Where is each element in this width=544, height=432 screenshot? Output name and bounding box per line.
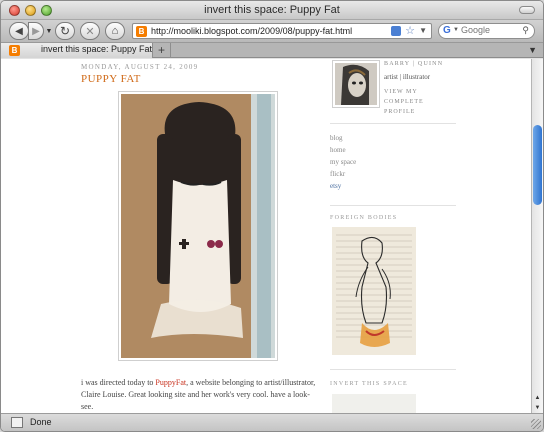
- address-bar[interactable]: B http://mooliki.blogspot.com/2009/08/pu…: [132, 23, 432, 39]
- foreign-bodies-sketch-image[interactable]: [332, 227, 416, 355]
- stop-icon: ✕: [85, 25, 95, 38]
- painting-artwork-icon: [121, 94, 275, 358]
- sidebar-link-home[interactable]: home: [330, 146, 346, 154]
- home-icon: ⌂: [111, 25, 119, 37]
- puppyfat-link[interactable]: PuppyFat: [155, 378, 186, 387]
- post-body: i was directed today to PuppyFat, a webs…: [81, 377, 321, 413]
- search-input[interactable]: [461, 25, 521, 35]
- tab-label: invert this space: Puppy Fat: [41, 44, 153, 54]
- sidebar-link-my-space[interactable]: my space: [330, 158, 356, 166]
- chevron-down-icon: ▼: [45, 27, 53, 35]
- tab-bar: B invert this space: Puppy Fat + ▼: [1, 42, 543, 58]
- status-text: Done: [30, 417, 52, 427]
- back-button[interactable]: ◀: [9, 22, 29, 40]
- url-dropdown-icon[interactable]: ▼: [419, 26, 427, 35]
- sidebar-divider: [330, 205, 456, 206]
- status-page-icon: [11, 417, 23, 428]
- home-button[interactable]: ⌂: [105, 22, 125, 40]
- search-icon[interactable]: ⚲: [522, 25, 529, 36]
- sketch-figure-icon: [332, 227, 416, 355]
- view-profile-link[interactable]: VIEW MY COMPLETE PROFILE: [384, 87, 454, 117]
- tab-list-icon[interactable]: ▼: [528, 45, 537, 55]
- window-title: invert this space: Puppy Fat: [204, 4, 340, 16]
- web-page-content: Monday, August 24, 2009 PUPPY FAT: [1, 59, 531, 413]
- url-text[interactable]: http://mooliki.blogspot.com/2009/08/pupp…: [151, 26, 352, 36]
- toolbar-toggle-button[interactable]: [519, 6, 535, 14]
- title-bar[interactable]: invert this space: Puppy Fat: [1, 1, 543, 20]
- sidebar-heading-invert-this-space: INVERT THIS SPACE: [330, 381, 408, 387]
- sidebar-link-flickr[interactable]: flickr: [330, 170, 345, 178]
- rss-feed-icon[interactable]: [391, 26, 401, 36]
- sidebar-link-etsy[interactable]: etsy: [330, 182, 341, 190]
- vertical-scrollbar[interactable]: ▲ ▼: [531, 59, 543, 413]
- blogger-favicon-icon: B: [9, 45, 20, 56]
- sidebar-divider: [330, 369, 456, 370]
- scroll-down-arrow-icon[interactable]: ▼: [532, 403, 543, 413]
- tab-invert-this-space[interactable]: B invert this space: Puppy Fat: [1, 43, 153, 58]
- resize-grip-icon[interactable]: [531, 419, 541, 429]
- post-image-painting[interactable]: [118, 91, 278, 361]
- stop-button[interactable]: ✕: [80, 22, 100, 40]
- status-bar: Done: [1, 413, 543, 431]
- avatar-portrait-icon: [335, 63, 377, 105]
- browser-window: invert this space: Puppy Fat ◀ ▶ ▼ ↻ ✕ ⌂…: [0, 0, 544, 432]
- post-body-text: i was directed today to: [81, 378, 156, 387]
- invert-this-space-image[interactable]: [332, 394, 416, 413]
- profile-avatar[interactable]: [332, 60, 380, 108]
- sidebar-divider: [330, 123, 456, 124]
- scrollbar-thumb[interactable]: [533, 125, 542, 205]
- navigation-toolbar: ◀ ▶ ▼ ↻ ✕ ⌂ B http://mooliki.blogspot.co…: [1, 20, 543, 42]
- scroll-up-arrow-icon[interactable]: ▲: [532, 393, 543, 403]
- blogger-favicon-icon: B: [136, 26, 147, 37]
- google-engine-icon[interactable]: G: [443, 25, 451, 36]
- history-dropdown-button[interactable]: ▼: [45, 22, 53, 40]
- sidebar-heading-foreign-bodies: FOREIGN BODIES: [330, 215, 398, 221]
- bookmark-star-icon[interactable]: ☆: [405, 24, 415, 37]
- profile-description: artist | illustrator: [384, 73, 431, 81]
- forward-arrow-icon: ▶: [32, 25, 40, 37]
- back-arrow-icon: ◀: [15, 25, 23, 37]
- search-box[interactable]: G ▼ ⚲: [438, 23, 535, 39]
- sidebar-link-blog[interactable]: blog: [330, 134, 342, 142]
- post-date: Monday, August 24, 2009: [81, 63, 199, 71]
- forward-button[interactable]: ▶: [28, 22, 44, 40]
- profile-name: BARRY | QUINN: [384, 61, 444, 67]
- reload-button[interactable]: ↻: [55, 22, 75, 40]
- new-tab-button[interactable]: +: [153, 43, 171, 58]
- post-title[interactable]: PUPPY FAT: [81, 73, 141, 85]
- reload-icon: ↻: [59, 24, 71, 38]
- search-engine-dropdown-icon[interactable]: ▼: [453, 27, 459, 33]
